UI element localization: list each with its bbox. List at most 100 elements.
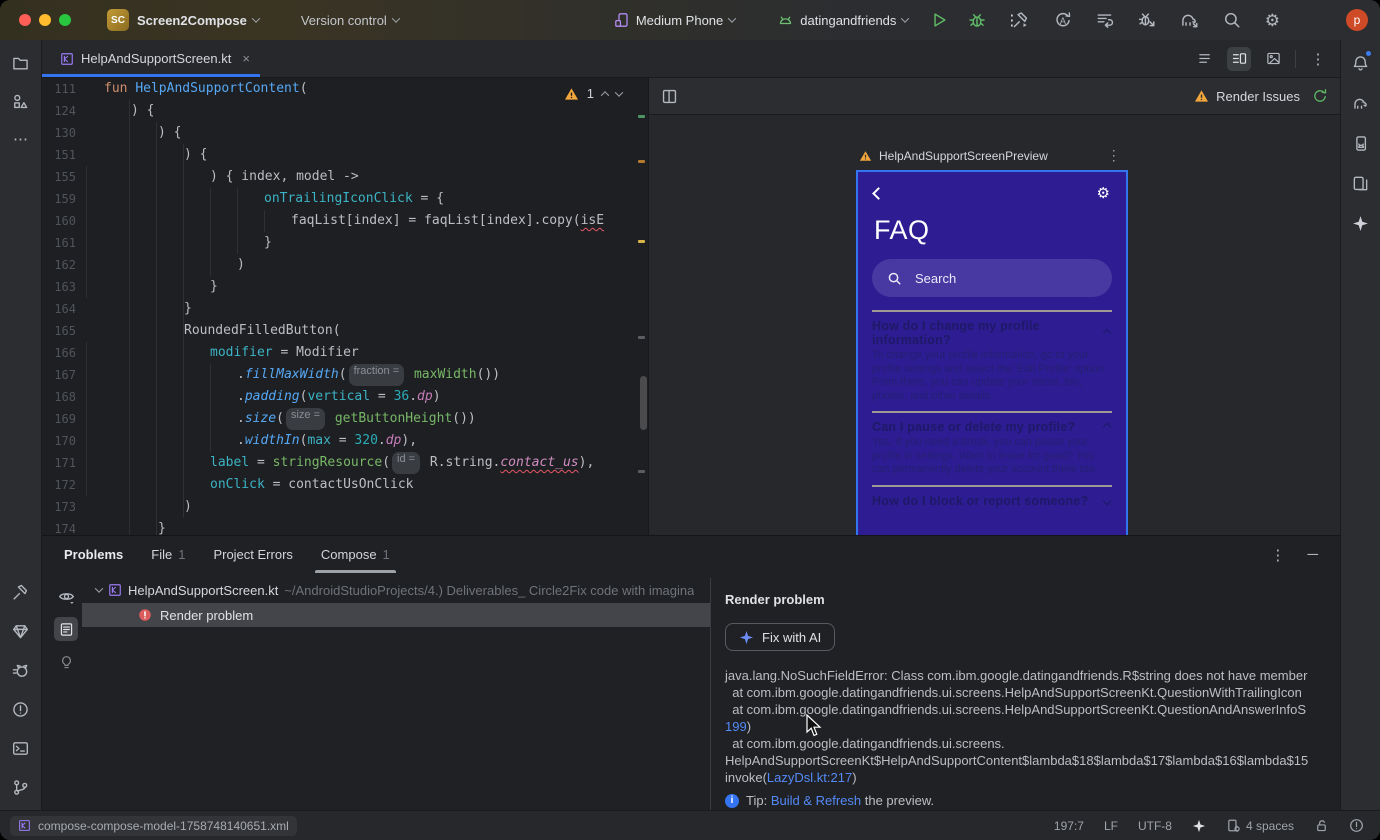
- refresh-icon[interactable]: [1312, 88, 1328, 104]
- line-number: 111: [54, 82, 76, 96]
- file-encoding[interactable]: UTF-8: [1138, 819, 1172, 833]
- show-details-icon[interactable]: [54, 617, 78, 641]
- ai-sparkle-icon[interactable]: [1192, 819, 1206, 833]
- status-file[interactable]: compose-compose-model-1758748140651.xml: [10, 815, 297, 836]
- gradle-sync-icon[interactable]: [1180, 11, 1199, 29]
- stripe-mark-warning[interactable]: [638, 160, 645, 163]
- maximize-window-button[interactable]: [59, 14, 71, 26]
- code-line[interactable]: 171 label = stringResource(id = R.string.…: [42, 452, 648, 474]
- user-avatar[interactable]: p: [1346, 9, 1368, 31]
- gradle-tool-icon[interactable]: [1348, 90, 1374, 116]
- debug-button[interactable]: [968, 11, 986, 29]
- problems-tab-problems[interactable]: Problems: [64, 536, 123, 573]
- lock-icon[interactable]: [1314, 818, 1329, 833]
- app-quality-insights-icon[interactable]: [8, 618, 34, 644]
- code-line[interactable]: 163}: [42, 276, 648, 298]
- problems-tab-file[interactable]: File 1: [151, 536, 185, 573]
- problems-tool-icon[interactable]: [8, 696, 34, 722]
- version-control-menu[interactable]: Version control: [301, 13, 401, 28]
- apply-changes-icon[interactable]: A: [1054, 11, 1072, 29]
- more-tool-windows-icon[interactable]: ⋯: [8, 126, 34, 152]
- device-manager-icon[interactable]: [1348, 170, 1374, 196]
- code-line[interactable]: 130) {: [42, 122, 648, 144]
- attach-debugger-icon[interactable]: [1138, 11, 1156, 29]
- split-view-icon[interactable]: [1227, 46, 1251, 71]
- caret-position[interactable]: 197:7: [1054, 819, 1084, 833]
- build-refresh-link[interactable]: Build & Refresh: [771, 793, 861, 808]
- tab-helpandsupportscreen[interactable]: HelpAndSupportScreen.kt ×: [42, 40, 260, 77]
- problems-options-icon[interactable]: ⋮: [1270, 546, 1285, 564]
- code-line[interactable]: 168. padding(vertical = 36. dp): [42, 386, 648, 408]
- device-selector[interactable]: Medium Phone: [614, 12, 737, 28]
- hide-panel-icon[interactable]: ─: [1307, 546, 1318, 564]
- inspection-widget[interactable]: 1: [564, 86, 624, 101]
- code-line[interactable]: 169. size(size = getButtonHeight()): [42, 408, 648, 430]
- line-ending[interactable]: LF: [1104, 819, 1118, 833]
- code-line[interactable]: 173): [42, 496, 648, 518]
- code-line[interactable]: 151) {: [42, 144, 648, 166]
- minimize-window-button[interactable]: [39, 14, 51, 26]
- stripe-mark-warning[interactable]: [638, 240, 645, 243]
- code-line[interactable]: 161}: [42, 232, 648, 254]
- gemini-icon[interactable]: [1348, 210, 1374, 236]
- stripe-mark-gray[interactable]: [638, 470, 645, 473]
- project-tool-icon[interactable]: [8, 50, 34, 76]
- code-line[interactable]: 167. fillMaxWidth(fraction = maxWidth()): [42, 364, 648, 386]
- editor-scrollbar[interactable]: [640, 376, 647, 430]
- code-line[interactable]: 159 onTrailingIconClick = {: [42, 188, 648, 210]
- profiler-icon[interactable]: [8, 657, 34, 683]
- code-editor[interactable]: 111 fun HelpAndSupportContent(124) {130) …: [42, 78, 648, 535]
- build-run-icon[interactable]: [1012, 11, 1030, 29]
- git-tool-icon[interactable]: [8, 774, 34, 800]
- resource-manager-icon[interactable]: [8, 88, 34, 114]
- code-line[interactable]: 174}: [42, 518, 648, 535]
- preview-name-label[interactable]: HelpAndSupportScreenPreview ⋮: [859, 147, 1121, 164]
- fix-with-ai-button[interactable]: Fix with AI: [725, 623, 836, 651]
- preview-menu-icon[interactable]: ⋮: [1107, 147, 1121, 164]
- problems-tab-project-errors[interactable]: Project Errors: [213, 536, 292, 573]
- stripe-mark-gray[interactable]: [638, 336, 645, 339]
- code-line[interactable]: 164}: [42, 298, 648, 320]
- editor-tab-bar: HelpAndSupportScreen.kt × ⋮: [42, 40, 1340, 78]
- editor-options-icon[interactable]: ⋮: [1306, 47, 1330, 71]
- stack-trace-link[interactable]: LazyDsl.kt:217: [767, 770, 852, 785]
- design-view-icon[interactable]: [1261, 47, 1285, 71]
- lightbulb-icon[interactable]: [54, 650, 78, 674]
- preview-phone-frame[interactable]: ⚙ FAQ Search How do I change my profile …: [856, 170, 1128, 542]
- code-line[interactable]: 170. widthIn(max = 320. dp),: [42, 430, 648, 452]
- render-issues-button[interactable]: Render Issues: [1194, 89, 1300, 104]
- prev-issue-icon[interactable]: [600, 90, 610, 100]
- faq-question: How do I change my profile information?: [858, 312, 1126, 349]
- code-line[interactable]: 172 onClick = contactUsOnClick: [42, 474, 648, 496]
- problems-file-row[interactable]: HelpAndSupportScreen.kt ~/AndroidStudioP…: [82, 578, 710, 602]
- settings-icon[interactable]: ⚙: [1265, 12, 1280, 29]
- layout-mode-icon[interactable]: [661, 88, 678, 105]
- code-view-icon[interactable]: [1193, 47, 1217, 71]
- terminal-tool-icon[interactable]: [8, 735, 34, 761]
- render-problem-row[interactable]: Render problem: [82, 603, 710, 627]
- notifications-icon[interactable]: [1348, 50, 1374, 76]
- close-tab-icon[interactable]: ×: [242, 51, 250, 66]
- run-configuration-selector[interactable]: datingandfriends: [777, 12, 910, 28]
- history-icon[interactable]: [1096, 11, 1114, 29]
- code-line[interactable]: 111 fun HelpAndSupportContent(: [42, 78, 648, 100]
- indent-setting[interactable]: 4 spaces: [1226, 818, 1294, 833]
- problems-tab-compose[interactable]: Compose 1: [314, 536, 396, 573]
- code-line[interactable]: 165 RoundedFilledButton(: [42, 320, 648, 342]
- code-line[interactable]: 162): [42, 254, 648, 276]
- run-button[interactable]: [930, 11, 948, 29]
- close-window-button[interactable]: [19, 14, 31, 26]
- preview-toggle-eye-icon[interactable]: [54, 584, 78, 608]
- code-line[interactable]: 160 faqList[index] = faqList[index].copy(…: [42, 210, 648, 232]
- stripe-mark-green[interactable]: [638, 115, 645, 118]
- code-line[interactable]: 155) { index, model ->: [42, 166, 648, 188]
- search-icon[interactable]: [1223, 11, 1241, 29]
- project-selector[interactable]: Screen2Compose: [137, 13, 261, 28]
- stack-trace-link[interactable]: 199: [725, 719, 747, 734]
- running-devices-icon[interactable]: [1348, 130, 1374, 156]
- code-line[interactable]: 166 modifier = Modifier: [42, 342, 648, 364]
- error-indicator-icon[interactable]: [1349, 818, 1364, 833]
- next-issue-icon[interactable]: [614, 87, 624, 97]
- code-line[interactable]: 124) {: [42, 100, 648, 122]
- build-tool-icon[interactable]: [8, 579, 34, 605]
